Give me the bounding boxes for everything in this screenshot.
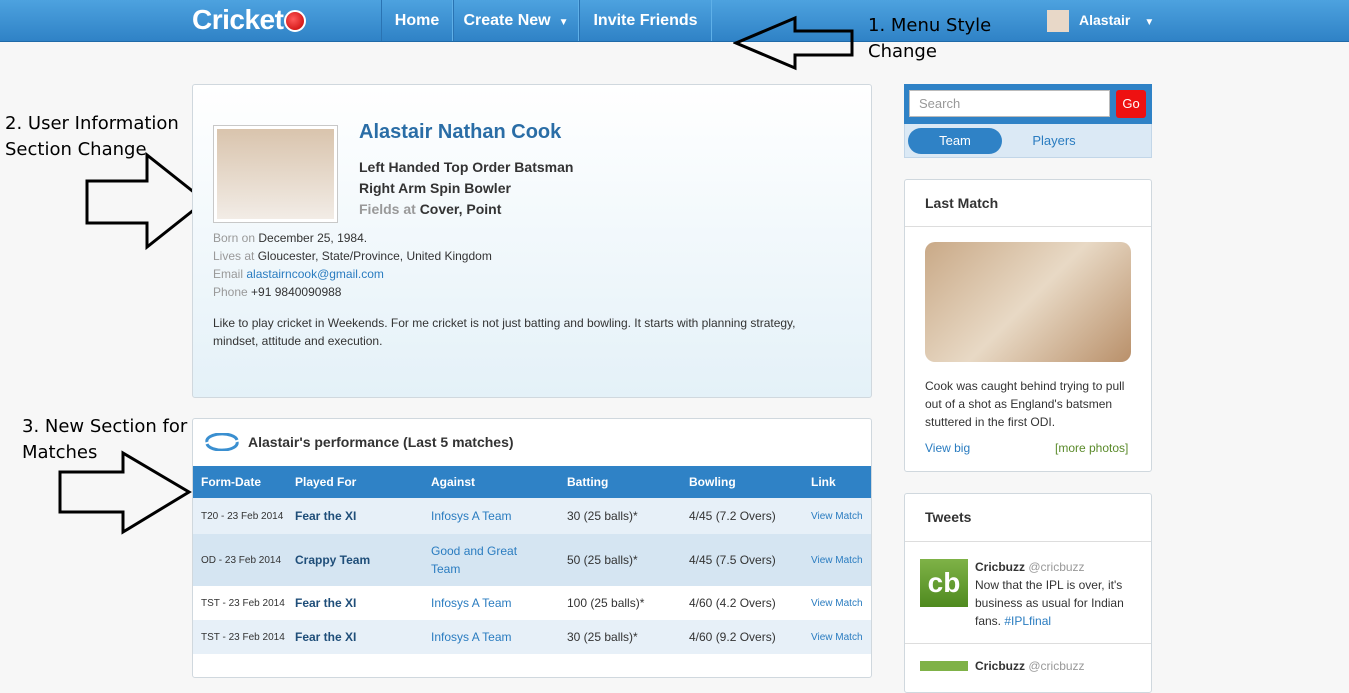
profile-phone: Phone +91 9840090988 [213, 285, 342, 299]
avatar [1047, 10, 1069, 33]
view-match-link[interactable]: View Match [803, 534, 871, 586]
tweets-title: Tweets [925, 509, 972, 525]
table-row: TST - 23 Feb 2014 Fear the XI Infosys A … [193, 620, 871, 654]
refresh-icon [205, 433, 239, 451]
profile-role-batting: Left Handed Top Order Batsman [359, 159, 574, 175]
last-match-photo[interactable] [925, 242, 1131, 362]
profile-photo [213, 125, 338, 223]
performance-title: Alastair's performance (Last 5 matches) [248, 434, 514, 450]
cricket-ball-icon [284, 10, 307, 32]
cell-played-for: Fear the XI [295, 596, 357, 610]
chevron-down-icon: ▼ [1144, 17, 1155, 28]
cell-played-for: Fear the XI [295, 509, 357, 523]
divider [905, 541, 1151, 542]
table-row: TST - 23 Feb 2014 Fear the XI Infosys A … [193, 586, 871, 620]
cell-against[interactable]: Infosys A Team [423, 586, 559, 620]
cricket-logo[interactable]: Cricket [192, 4, 307, 36]
cell-bowling: 4/45 (7.5 Overs) [689, 553, 776, 567]
profile-lives: Lives at Gloucester, State/Province, Uni… [213, 249, 492, 263]
annotation-menu-style: 1. Menu Style Change [868, 15, 992, 62]
cell-bowling: 4/60 (9.2 Overs) [689, 630, 776, 644]
arrow-left-annotation [733, 15, 854, 71]
tab-team[interactable]: Team [908, 128, 1002, 154]
column-header: Bowling [681, 466, 803, 498]
profile-name: Alastair Nathan Cook [359, 121, 562, 143]
email-link[interactable]: alastairncook@gmail.com [246, 267, 384, 281]
divider [905, 643, 1151, 644]
chevron-down-icon: ▼ [558, 17, 569, 28]
last-match-title: Last Match [925, 195, 999, 211]
cell-against[interactable]: Infosys A Team [423, 498, 559, 534]
view-match-link[interactable]: View Match [803, 586, 871, 620]
profile-bio: Like to play cricket in Weekends. For me… [213, 316, 796, 348]
performance-table: Form-Date Played For Against Batting Bow… [193, 466, 871, 654]
tweet-avatar [920, 661, 968, 671]
nav-create-new[interactable]: Create New ▼ [453, 0, 579, 41]
last-match-caption: Cook was caught behind trying to pull out… [925, 379, 1125, 429]
view-big-link[interactable]: View big [925, 441, 970, 455]
go-button[interactable]: Go [1116, 90, 1146, 118]
more-photos-link[interactable]: [more photos] [1055, 441, 1128, 455]
arrow-right-annotation [85, 151, 208, 251]
cell-bowling: 4/60 (4.2 Overs) [689, 596, 776, 610]
search-input[interactable]: Search [909, 90, 1110, 117]
cell-date: TST - 23 Feb 2014 [201, 631, 285, 643]
table-row: OD - 23 Feb 2014 Crappy Team Good and Gr… [193, 534, 871, 586]
divider [905, 226, 1151, 227]
arrow-right-annotation [58, 450, 192, 535]
profile-born: Born on December 25, 1984. [213, 231, 368, 245]
cell-date: OD - 23 Feb 2014 [201, 554, 282, 566]
view-match-link[interactable]: View Match [803, 620, 871, 654]
column-header: Link [803, 466, 871, 498]
view-match-link[interactable]: View Match [803, 498, 871, 534]
cell-date: T20 - 23 Feb 2014 [201, 510, 284, 522]
cell-batting: 30 (25 balls)* [567, 630, 638, 644]
tweet-item-next: Cricbuzz @cricbuzz [975, 659, 1085, 673]
cell-against[interactable]: Good and Great Team [423, 534, 559, 586]
column-header: Form-Date [193, 466, 287, 498]
column-header: Against [423, 466, 559, 498]
cell-date: TST - 23 Feb 2014 [201, 597, 285, 609]
user-menu[interactable]: Alastair ▼ [1047, 9, 1154, 34]
cell-batting: 50 (25 balls)* [567, 553, 638, 567]
cell-played-for: Crappy Team [295, 553, 371, 567]
hashtag-link[interactable]: #IPLfinal [1004, 614, 1051, 628]
tweet-item: Cricbuzz @cricbuzz Now that the IPL is o… [975, 560, 1124, 628]
tweet-avatar: cb [920, 559, 968, 607]
column-header: Batting [559, 466, 681, 498]
column-header: Played For [287, 466, 423, 498]
cell-batting: 30 (25 balls)* [567, 509, 638, 523]
profile-role-bowling: Right Arm Spin Bowler [359, 180, 511, 196]
cell-against[interactable]: Infosys A Team [423, 620, 559, 654]
profile-email: Email alastairncook@gmail.com [213, 267, 384, 281]
profile-fields: Fields at Cover, Point [359, 201, 502, 217]
cell-played-for: Fear the XI [295, 630, 357, 644]
table-row: T20 - 23 Feb 2014 Fear the XI Infosys A … [193, 498, 871, 534]
nav-home[interactable]: Home [381, 0, 453, 41]
cell-batting: 100 (25 balls)* [567, 596, 645, 610]
tab-players[interactable]: Players [1015, 128, 1093, 154]
nav-invite-friends[interactable]: Invite Friends [579, 0, 712, 41]
cell-bowling: 4/45 (7.2 Overs) [689, 509, 776, 523]
